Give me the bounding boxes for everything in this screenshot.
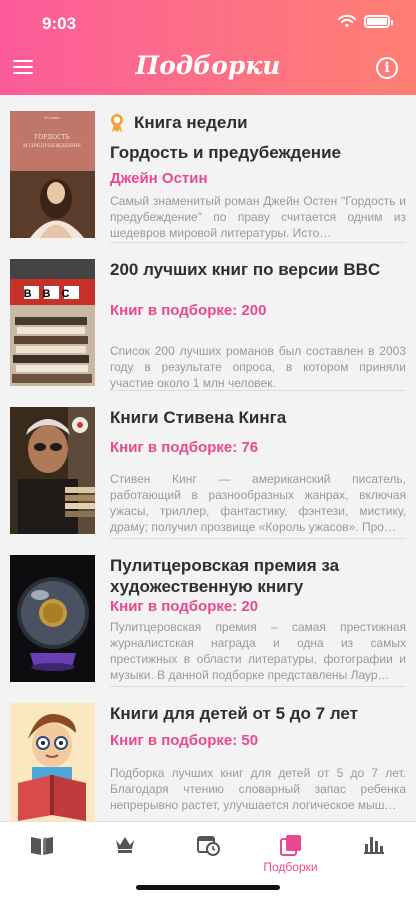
svg-text:И ПРЕДУБЕЖДЕНИЕ: И ПРЕДУБЕЖДЕНИЕ (23, 143, 81, 149)
svg-text:ГОРДОСТЬ: ГОРДОСТЬ (34, 134, 69, 141)
pride-and-prejudice-cover: 50 книг ГОРДОСТЬ И ПРЕДУБЕЖДЕНИЕ (10, 111, 95, 238)
status-time: 9:03 (42, 14, 77, 33)
collections-icon (279, 835, 301, 856)
tab-collections[interactable]: Подборки (249, 834, 332, 874)
collections-list[interactable]: 50 книг ГОРДОСТЬ И ПРЕДУБЕЖДЕНИЕ Книга н… (0, 95, 416, 821)
collection-title: 200 лучших книг по версии BBC (110, 260, 381, 279)
book-author[interactable]: Джейн Остин (110, 170, 208, 187)
collection-title: Пулитцеровская премия за художественную … (110, 556, 340, 596)
info-button[interactable]: i (376, 57, 398, 79)
collection-description: Пулитцеровская премия – самая престижная… (110, 620, 406, 682)
battery-icon (364, 14, 393, 28)
collection-description: Список 200 лучших романов был составлен … (110, 344, 406, 390)
collection-title: Книги для детей от 5 до 7 лет (110, 704, 358, 723)
header-bar: 9:03 Подборки i (0, 0, 416, 95)
stephen-king-cover (10, 407, 95, 534)
open-book-icon (30, 837, 53, 855)
collection-title: Книги Стивена Кинга (110, 408, 287, 427)
tab-books[interactable] (0, 834, 83, 856)
collection-item-bbc[interactable]: BBC 200 лучших книг по версии BBC Книг в… (0, 243, 416, 391)
collection-description: Самый знаменитый роман Джейн Остен "Горд… (110, 194, 406, 240)
bar-chart-icon (363, 837, 384, 854)
page-title: Подборки (135, 51, 281, 80)
crown-icon (115, 837, 134, 853)
book-title: Гордость и предубеждение (110, 143, 341, 162)
collection-item-pulitzer[interactable]: Пулитцеровская премия за художественную … (0, 539, 416, 687)
collection-item-kids[interactable]: Книги для детей от 5 до 7 лет Книг в под… (0, 687, 416, 821)
status-icons (338, 14, 393, 28)
badge-label: Книга недели (134, 113, 248, 132)
collection-count: Книг в подборке: 50 (110, 732, 259, 749)
home-indicator (136, 885, 280, 890)
collection-count: Книг в подборке: 76 (110, 439, 259, 456)
wifi-icon (338, 14, 356, 28)
collection-count: Книг в подборке: 20 (110, 598, 259, 615)
collection-description: Подборка лучших книг для детей от 5 до 7… (110, 766, 406, 812)
svg-text:50 книг: 50 книг (44, 115, 60, 120)
bbc-books-cover: BBC (10, 259, 95, 386)
collection-description: Стивен Кинг — американский писатель, раб… (110, 472, 406, 534)
collection-count: Книг в подборке: 200 (110, 302, 267, 319)
collection-item-book-of-week[interactable]: 50 книг ГОРДОСТЬ И ПРЕДУБЕЖДЕНИЕ Книга н… (0, 95, 416, 243)
tab-collections-label: Подборки (263, 860, 318, 874)
kid-reading-cover (10, 703, 95, 821)
award-icon (111, 114, 123, 132)
tab-history[interactable] (166, 834, 249, 856)
tab-stats[interactable] (332, 834, 415, 854)
pulitzer-crystal-ball-cover (10, 555, 95, 682)
bbc-logo-text: BBC (24, 288, 81, 300)
calendar-clock-icon (196, 836, 220, 856)
tab-top[interactable] (83, 834, 166, 854)
collection-item-stephen-king[interactable]: Книги Стивена Кинга Книг в подборке: 76 … (0, 391, 416, 539)
